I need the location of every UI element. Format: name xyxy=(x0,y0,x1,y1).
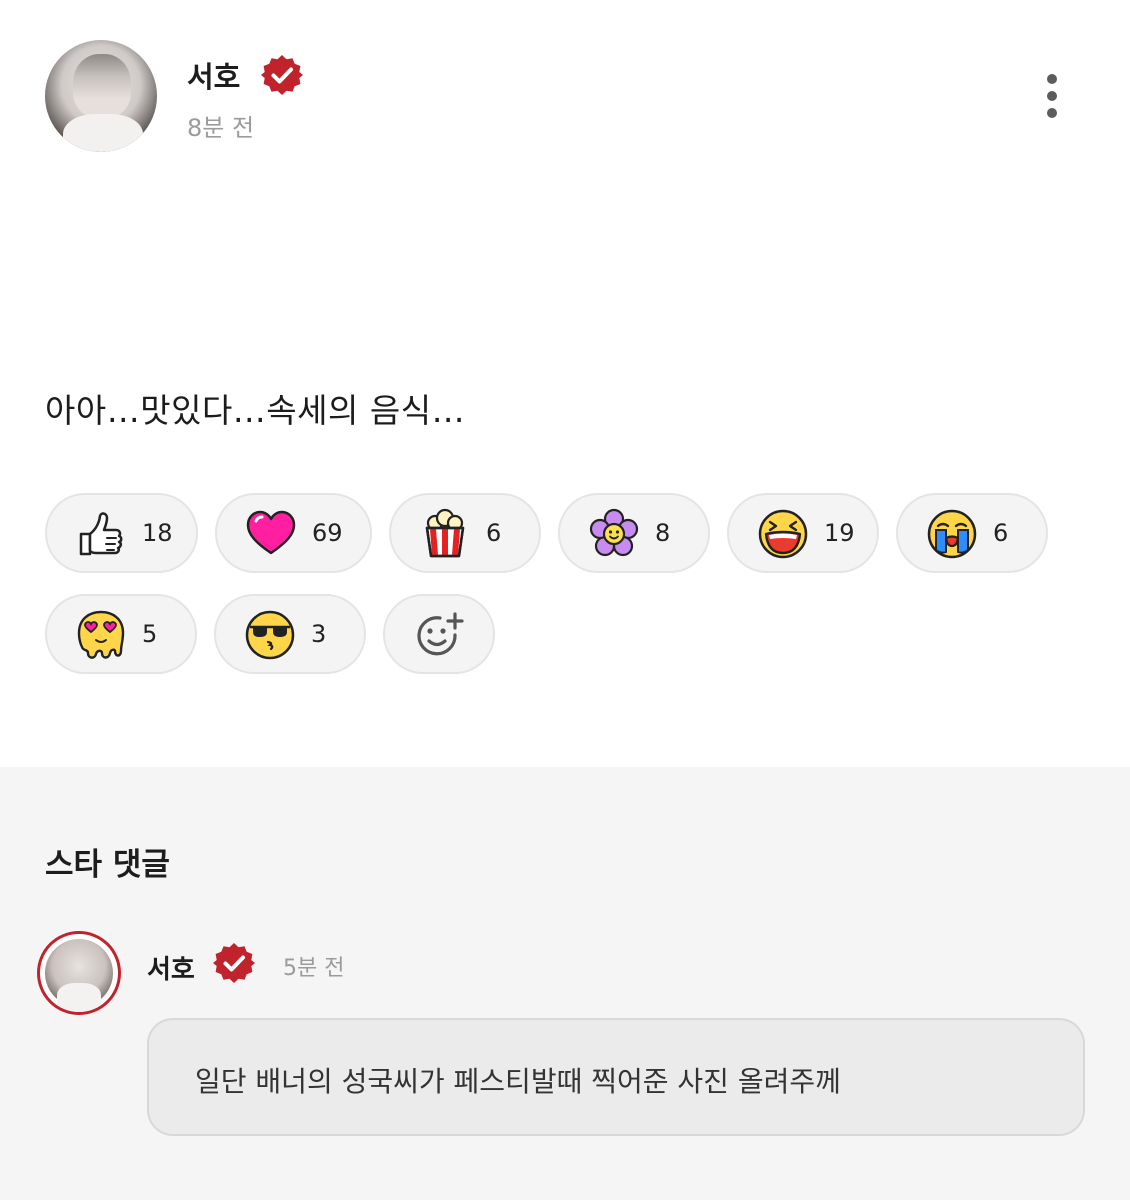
crying-face-icon xyxy=(927,509,977,559)
comment-time: 5분 전 xyxy=(283,956,345,981)
reaction-count: 5 xyxy=(142,620,158,648)
reaction-count: 6 xyxy=(993,519,1009,547)
reaction-count: 6 xyxy=(486,519,502,547)
add-emoji-icon xyxy=(417,612,464,656)
sunglasses-kiss-icon xyxy=(245,610,295,660)
post-card: 서호 8분 전 아아…맛있다…속세의 음식… 18 69 6 8 19 6 5 … xyxy=(0,0,1130,767)
reaction-heart[interactable]: 69 xyxy=(215,493,372,573)
reaction-sunglasses-kiss[interactable]: 3 xyxy=(214,594,366,674)
melting-heart-eyes-icon xyxy=(77,610,125,659)
reaction-crying[interactable]: 6 xyxy=(896,493,1048,573)
reaction-melting-heart-eyes[interactable]: 5 xyxy=(45,594,197,674)
reaction-count: 3 xyxy=(311,620,327,648)
verified-badge-icon xyxy=(213,942,255,984)
reaction-count: 19 xyxy=(824,519,855,547)
flower-icon xyxy=(589,508,639,557)
reaction-laughing[interactable]: 19 xyxy=(727,493,879,573)
reaction-popcorn[interactable]: 6 xyxy=(389,493,541,573)
avatar-shirt xyxy=(57,983,101,1012)
reaction-count: 18 xyxy=(142,519,173,547)
verified-badge-icon xyxy=(261,54,303,96)
avatar-face xyxy=(73,54,131,118)
post-time: 8분 전 xyxy=(187,114,255,142)
reaction-thumbs-up[interactable]: 18 xyxy=(45,493,198,573)
more-options-button[interactable] xyxy=(1030,66,1074,126)
post-text: 아아…맛있다…속세의 음식… xyxy=(45,391,466,430)
comment-bubble: 일단 배너의 성국씨가 페스티발때 찍어준 사진 올려주께 xyxy=(147,1018,1085,1136)
more-dot xyxy=(1047,108,1057,118)
laughing-face-icon xyxy=(758,509,808,559)
heart-icon xyxy=(246,510,296,555)
avatar-photo xyxy=(45,939,113,1012)
avatar-shirt xyxy=(63,114,143,152)
more-dot xyxy=(1047,91,1057,101)
author-name[interactable]: 서호 xyxy=(187,54,240,96)
reaction-count: 8 xyxy=(655,519,671,547)
section-title: 스타 댓글 xyxy=(45,847,170,883)
add-reaction-button[interactable] xyxy=(383,594,495,674)
more-dot xyxy=(1047,74,1057,84)
comment-author-avatar[interactable] xyxy=(37,931,121,1015)
author-avatar[interactable] xyxy=(45,40,157,152)
comment-author-name[interactable]: 서호 xyxy=(147,949,195,986)
reaction-flower[interactable]: 8 xyxy=(558,493,710,573)
popcorn-icon xyxy=(425,508,465,558)
comment-text: 일단 배너의 성국씨가 페스티발때 찍어준 사진 올려주께 xyxy=(195,1065,841,1098)
reaction-count: 69 xyxy=(312,519,343,547)
star-comments-section: 스타 댓글 서호 5분 전 일단 배너의 성국씨가 페스티발때 찍어준 사진 올… xyxy=(0,767,1130,1200)
thumbs-up-icon xyxy=(79,512,123,556)
